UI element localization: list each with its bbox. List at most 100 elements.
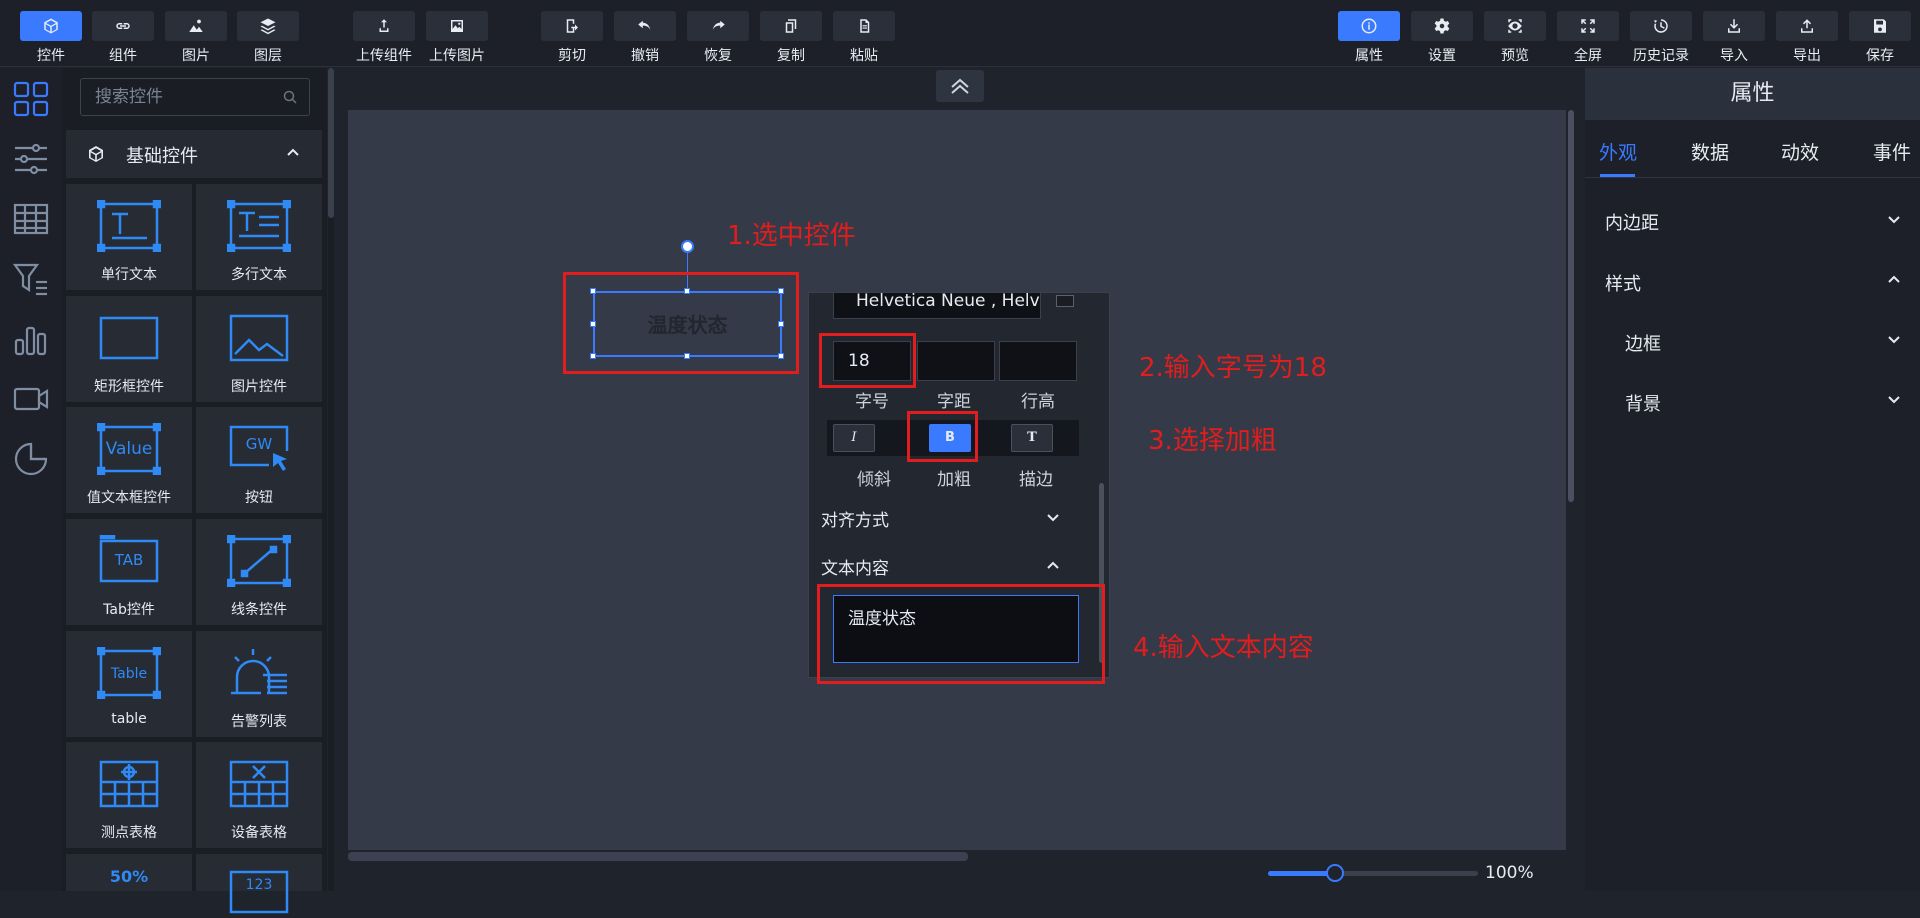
toolbar-label: 恢复 bbox=[704, 48, 732, 64]
widget-label: 多行文本 bbox=[231, 267, 287, 283]
widget-label: 按钮 bbox=[245, 490, 273, 506]
alarm-list-icon bbox=[231, 649, 287, 695]
history-icon bbox=[1654, 19, 1668, 33]
upload-component-icon bbox=[379, 19, 389, 32]
italic-toggle[interactable]: I bbox=[833, 424, 875, 452]
canvas-vertical-scrollbar[interactable] bbox=[1568, 110, 1574, 502]
multi-text-icon bbox=[226, 199, 292, 253]
toolbar-label: 全屏 bbox=[1574, 48, 1602, 64]
tab-data[interactable]: 数据 bbox=[1691, 138, 1729, 165]
background-section[interactable]: 背景 bbox=[1625, 390, 1661, 416]
style-section[interactable]: 样式 bbox=[1605, 270, 1641, 296]
toolbar-components-button[interactable]: 组件 bbox=[91, 11, 155, 65]
font-color-swatch[interactable] bbox=[1056, 295, 1074, 307]
widget-alarm-list[interactable]: 告警列表 bbox=[196, 631, 322, 737]
toolbar-properties-button[interactable]: 属性 bbox=[1337, 11, 1401, 65]
toolbar-label: 复制 bbox=[777, 48, 805, 64]
toolbar-copy-button[interactable]: 复制 bbox=[759, 11, 823, 65]
font-family-field[interactable]: Helvetica Neue , Helv bbox=[833, 293, 1041, 319]
sidebar-pie-tab[interactable] bbox=[12, 440, 50, 478]
category-basic-widgets[interactable]: 基础控件 bbox=[66, 130, 322, 178]
sidebar-table-tab[interactable] bbox=[12, 200, 50, 238]
letter-spacing-input[interactable] bbox=[917, 341, 995, 381]
picture-icon bbox=[229, 314, 289, 362]
value-box-icon: Value bbox=[96, 422, 162, 476]
toolbar-paste-button[interactable]: 粘贴 bbox=[832, 11, 896, 65]
widget-device-table[interactable]: 设备表格 bbox=[196, 742, 322, 848]
sidebar-filter-list-tab[interactable] bbox=[12, 260, 50, 298]
widget-rectangle[interactable]: 矩形框控件 bbox=[66, 296, 192, 402]
tab-appearance[interactable]: 外观 bbox=[1599, 138, 1637, 165]
link-icon bbox=[116, 23, 130, 29]
bold-label: 加粗 bbox=[937, 470, 971, 490]
widget-value-box[interactable]: Value 值文本框控件 bbox=[66, 407, 192, 513]
toolbar-upload-component-button[interactable]: 上传组件 bbox=[352, 11, 416, 65]
widget-line[interactable]: 线条控件 bbox=[196, 519, 322, 625]
rotate-handle[interactable] bbox=[681, 240, 694, 253]
info-icon bbox=[1361, 18, 1377, 34]
toolbar-widgets-button[interactable]: 控件 bbox=[19, 11, 83, 65]
line-height-input[interactable] bbox=[999, 341, 1077, 381]
stroke-toggle[interactable]: T bbox=[1011, 424, 1053, 452]
widget-label: 测点表格 bbox=[101, 825, 157, 841]
toolbar-export-button[interactable]: 导出 bbox=[1775, 11, 1839, 65]
widget-button[interactable]: GW 按钮 bbox=[196, 407, 322, 513]
toolbar-label: 图层 bbox=[254, 48, 282, 64]
toolbar-cut-button[interactable]: 剪切 bbox=[540, 11, 604, 65]
chevron-down-icon[interactable] bbox=[1885, 330, 1903, 348]
widget-number[interactable]: 123 bbox=[196, 854, 322, 914]
video-camera-icon bbox=[13, 387, 49, 411]
chevron-down-icon[interactable] bbox=[1885, 390, 1903, 408]
chevron-down-icon[interactable] bbox=[1885, 210, 1903, 228]
search-input[interactable]: 搜索控件 bbox=[80, 78, 310, 116]
fullscreen-icon bbox=[1581, 19, 1595, 33]
widget-single-text[interactable]: 单行文本 bbox=[66, 184, 192, 290]
cube-outline-icon bbox=[89, 146, 103, 162]
sliders-icon bbox=[15, 143, 47, 175]
text-content-section-header[interactable]: 文本内容 bbox=[821, 554, 1081, 579]
toolbar-label: 设置 bbox=[1428, 48, 1456, 64]
toolbar-fullscreen-button[interactable]: 全屏 bbox=[1556, 11, 1620, 65]
annotation-box-step4 bbox=[817, 584, 1105, 684]
toolbar-settings-button[interactable]: 设置 bbox=[1410, 11, 1474, 65]
zoom-slider[interactable] bbox=[1268, 871, 1478, 876]
align-section-header[interactable]: 对齐方式 bbox=[821, 506, 1081, 531]
chevron-up-icon[interactable] bbox=[1885, 271, 1903, 289]
annotation-box-step1 bbox=[563, 272, 799, 374]
tab-animation[interactable]: 动效 bbox=[1781, 138, 1819, 165]
border-section[interactable]: 边框 bbox=[1625, 330, 1661, 356]
widget-label: 值文本框控件 bbox=[87, 490, 171, 506]
toolbar-label: 导入 bbox=[1720, 48, 1748, 64]
widget-picture[interactable]: 图片控件 bbox=[196, 296, 322, 402]
sidebar-filters-tab[interactable] bbox=[12, 140, 50, 178]
toolbar-images-button[interactable]: 图片 bbox=[164, 11, 228, 65]
pie-chart-icon bbox=[14, 442, 48, 476]
widget-measure-table[interactable]: 测点表格 bbox=[66, 742, 192, 848]
sidebar-widgets-tab[interactable] bbox=[12, 80, 50, 118]
toolbar-layers-button[interactable]: 图层 bbox=[236, 11, 300, 65]
toolbar-preview-button[interactable]: 预览 bbox=[1483, 11, 1547, 65]
sidebar-chart-tab[interactable] bbox=[12, 320, 50, 358]
toolbar-redo-button[interactable]: 恢复 bbox=[686, 11, 750, 65]
table-icon: Table bbox=[96, 646, 162, 700]
padding-section[interactable]: 内边距 bbox=[1605, 209, 1659, 235]
text-content-label: 文本内容 bbox=[821, 559, 889, 579]
widget-label: table bbox=[111, 711, 147, 727]
widget-glyph: GW bbox=[246, 435, 273, 453]
widget-table[interactable]: Table table bbox=[66, 631, 192, 737]
toolbar-history-button[interactable]: 历史记录 bbox=[1629, 11, 1693, 65]
toolbar-import-button[interactable]: 导入 bbox=[1702, 11, 1766, 65]
toolbar-undo-button[interactable]: 撤销 bbox=[613, 11, 677, 65]
tab-events[interactable]: 事件 bbox=[1873, 138, 1911, 165]
tab-divider bbox=[1585, 177, 1920, 178]
toolbar-label: 撤销 bbox=[631, 48, 659, 64]
widget-percent[interactable]: 50% bbox=[66, 854, 192, 891]
toolbar-upload-image-button[interactable]: 上传图片 bbox=[425, 11, 489, 65]
canvas-horizontal-scrollbar[interactable] bbox=[348, 852, 968, 861]
widget-tab[interactable]: TAB Tab控件 bbox=[66, 519, 192, 625]
sidebar-video-tab[interactable] bbox=[12, 380, 50, 418]
collapse-toolbar-button[interactable] bbox=[936, 70, 984, 102]
widget-multi-text[interactable]: 多行文本 bbox=[196, 184, 322, 290]
device-table-icon bbox=[229, 760, 289, 808]
toolbar-save-button[interactable]: 保存 bbox=[1848, 11, 1912, 65]
